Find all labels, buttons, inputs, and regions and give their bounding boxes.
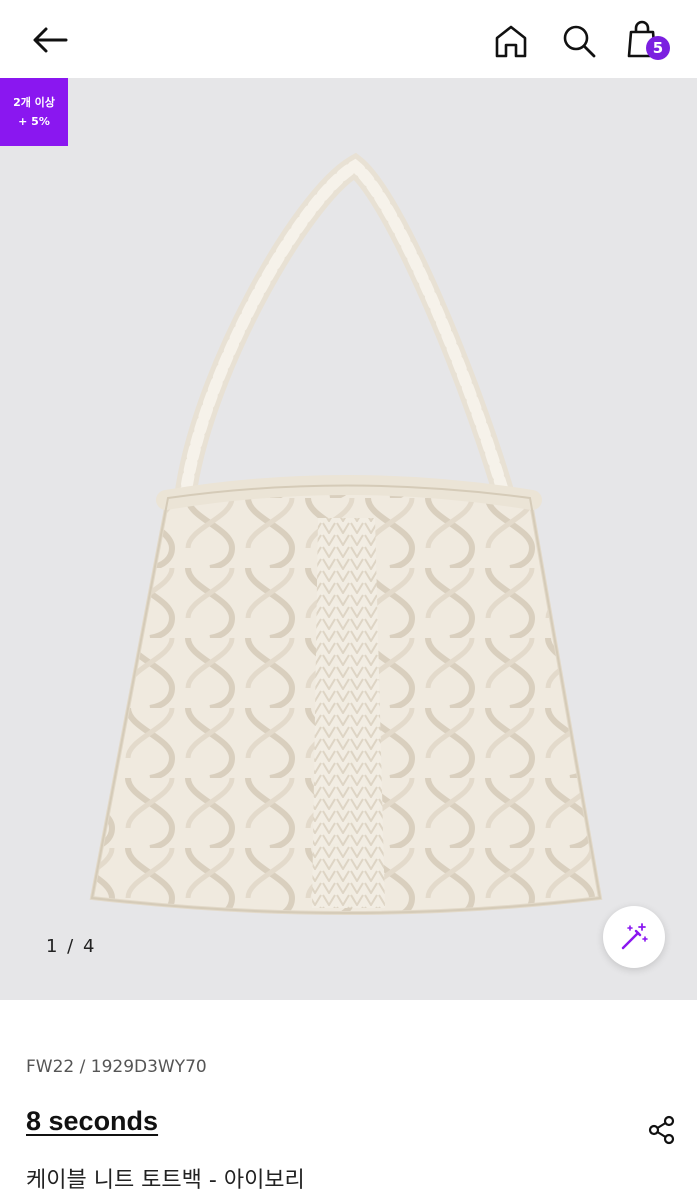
arrow-left-icon	[33, 27, 68, 53]
search-icon	[563, 25, 596, 58]
top-navigation-bar: 5	[0, 0, 697, 78]
product-image-gallery[interactable]: 2개 이상 + 5% 1 / 4	[0, 78, 697, 1000]
brand-link[interactable]: 8 seconds	[26, 1106, 158, 1137]
share-icon	[648, 1115, 675, 1145]
cart-count-badge: 5	[646, 36, 670, 60]
share-button[interactable]	[645, 1113, 679, 1147]
back-button[interactable]	[22, 18, 78, 62]
image-counter: 1 / 4	[46, 936, 97, 957]
cart-button[interactable]: 5	[622, 16, 674, 66]
home-icon	[495, 25, 527, 58]
promo-badge: 2개 이상 + 5%	[0, 78, 68, 146]
promo-badge-line1: 2개 이상	[13, 96, 55, 109]
product-sku: FW22 / 1929D3WY70	[26, 1057, 207, 1077]
home-button[interactable]	[488, 18, 534, 64]
magic-wand-button[interactable]	[603, 906, 665, 968]
search-button[interactable]	[556, 18, 602, 64]
promo-badge-line2: + 5%	[18, 115, 50, 128]
product-image	[89, 152, 603, 915]
magic-wand-icon	[621, 923, 648, 950]
product-name: 케이블 니트 토트백 - 아이보리	[26, 1168, 305, 1193]
